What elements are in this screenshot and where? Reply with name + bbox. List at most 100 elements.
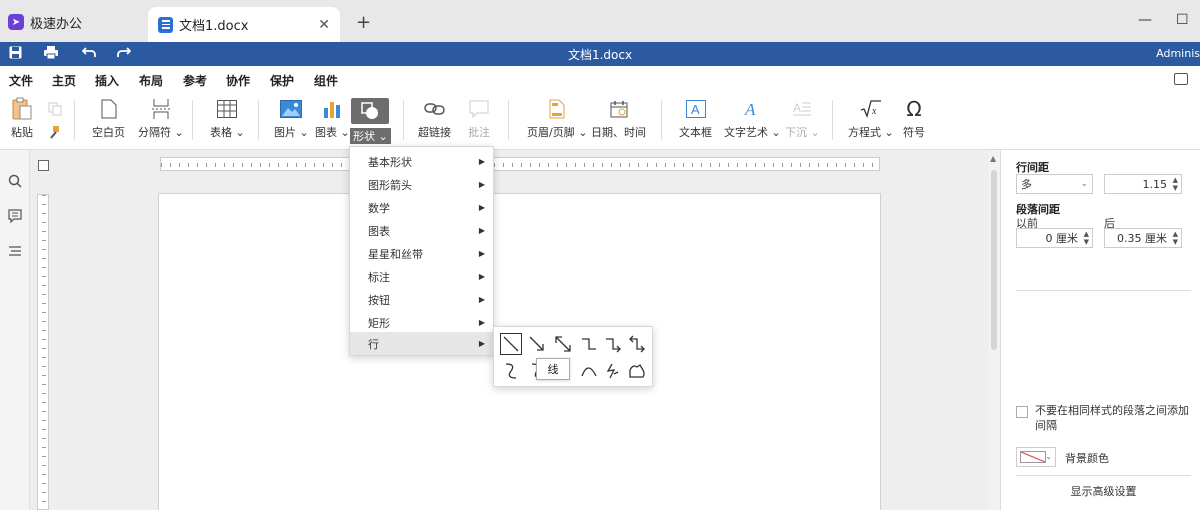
scribble-shape-icon[interactable] [602, 360, 624, 382]
search-icon[interactable] [8, 174, 22, 188]
menu-item-charts[interactable]: 图表 ▶ [350, 219, 493, 242]
comments-icon[interactable] [8, 209, 22, 224]
menu-item-stars-ribbons[interactable]: 星星和丝带 ▶ [350, 242, 493, 265]
comment-button[interactable]: 批注 [467, 98, 491, 140]
tab-stop-selector[interactable] [38, 160, 49, 171]
no-space-same-style-checkbox[interactable] [1016, 406, 1028, 418]
symbol-button[interactable]: Ω 符号 [902, 97, 926, 140]
hyperlink-button[interactable]: 超链接 [418, 98, 451, 140]
double-arrow-line-shape-icon[interactable] [552, 333, 574, 355]
format-painter-icon[interactable] [47, 126, 61, 140]
menu-file[interactable]: 文件 [9, 72, 33, 89]
horizontal-ruler[interactable] [160, 157, 880, 171]
freeform-shape-icon[interactable] [626, 360, 648, 382]
header-footer-label: 页眉/页脚 ⌄ [527, 126, 588, 139]
app-home-tab[interactable]: ➤ 极速办公 [8, 10, 82, 34]
line-shape-icon[interactable] [500, 333, 522, 355]
menu-item-rectangles[interactable]: 矩形 ▶ [350, 311, 493, 334]
chevron-right-icon: ▶ [478, 226, 485, 235]
menu-insert[interactable]: 插入 [95, 72, 120, 94]
background-color-picker[interactable]: ⌄ [1016, 447, 1056, 467]
omega-icon: Ω [906, 97, 922, 121]
comment-icon [467, 98, 491, 120]
minimize-button[interactable]: — [1138, 12, 1152, 28]
tab-strip: ➤ 极速办公 文档1.docx ✕ + — ☐ [0, 0, 1200, 42]
space-after-input[interactable]: 0.35 厘米 ▲ ▼ [1104, 228, 1182, 248]
header-footer-button[interactable]: 页眉/页脚 ⌄ [527, 98, 587, 140]
header-footer-icon [545, 98, 569, 120]
menu-collaborate[interactable]: 协作 [226, 72, 250, 89]
textart-icon: A [740, 98, 764, 120]
menu-item-label: 标注 [368, 270, 390, 284]
textbox-button[interactable]: A 文本框 [679, 98, 712, 140]
break-button[interactable]: 分隔符 ⌄ [138, 98, 184, 140]
table-button[interactable]: 表格 ⌄ [210, 98, 245, 140]
panel-divider [1016, 475, 1191, 476]
undo-icon[interactable] [81, 46, 96, 62]
shape-icon [351, 98, 390, 124]
picture-button[interactable]: 图片 ⌄ [274, 98, 309, 140]
print-icon[interactable] [44, 46, 58, 63]
menu-protect[interactable]: 保护 [270, 72, 294, 89]
spinner-icon[interactable]: ▲ ▼ [1173, 230, 1178, 246]
menu-home[interactable]: 主页 [52, 72, 76, 89]
scroll-thumb[interactable] [991, 170, 997, 350]
spinner-icon[interactable]: ▲ ▼ [1173, 176, 1178, 192]
menu-item-arrows[interactable]: 图形箭头 ▶ [350, 173, 493, 196]
app-name: 极速办公 [30, 16, 83, 32]
ribbon-separator [74, 100, 75, 140]
advanced-settings-link[interactable]: 显示高级设置 [1016, 483, 1191, 499]
open-location-icon[interactable] [1174, 73, 1188, 85]
insert-ribbon: 粘贴 空白页 分隔符 ⌄ 表格 ⌄ 图片 ⌄ 图表 ⌄ 形状 ⌄ 超链接 批注 [0, 92, 1200, 150]
paste-button[interactable]: 粘贴 [10, 97, 34, 140]
dropcap-button[interactable]: A 下沉 ⌄ [785, 98, 820, 140]
copy-icon[interactable] [48, 102, 62, 116]
menu-item-math[interactable]: 数学 ▶ [350, 196, 493, 219]
curved-connector-shape-icon[interactable] [500, 360, 522, 382]
elbow-double-arrow-connector-shape-icon[interactable] [626, 333, 648, 355]
menu-layout[interactable]: 布局 [139, 72, 163, 89]
menu-item-label: 图形箭头 [368, 178, 412, 192]
new-tab-button[interactable]: + [356, 12, 371, 33]
blank-page-button[interactable]: 空白页 [92, 98, 125, 140]
menu-references[interactable]: 参考 [183, 72, 207, 89]
arrow-line-shape-icon[interactable] [526, 333, 548, 355]
datetime-button[interactable]: 日期、时间 [591, 98, 646, 140]
space-before-input[interactable]: 0 厘米 ▲ ▼ [1016, 228, 1093, 248]
left-sidebar [0, 150, 30, 510]
vertical-scrollbar[interactable]: ▲ [988, 150, 1000, 510]
line-spacing-mode-value: 多 [1021, 178, 1032, 191]
navigation-icon[interactable] [8, 244, 22, 258]
textart-button[interactable]: A 文字艺术 ⌄ [724, 98, 781, 140]
shape-button[interactable]: 形状 ⌄ [350, 98, 391, 144]
textbox-label: 文本框 [679, 126, 712, 139]
close-tab-icon[interactable]: ✕ [318, 17, 330, 33]
user-name[interactable]: Adminis [1156, 47, 1200, 60]
spinner-icon[interactable]: ▲ ▼ [1084, 230, 1089, 246]
menu-item-label: 行 [368, 337, 379, 351]
redo-icon[interactable] [117, 46, 132, 62]
picture-icon [279, 98, 303, 120]
equation-button[interactable]: x 方程式 ⌄ [848, 98, 894, 140]
scroll-up-icon[interactable]: ▲ [990, 154, 996, 163]
vertical-ruler[interactable] [37, 194, 49, 510]
menu-item-label: 星星和丝带 [368, 247, 423, 261]
line-spacing-value-input[interactable]: 1.15 ▲ ▼ [1104, 174, 1182, 194]
chart-button[interactable]: 图表 ⌄ [315, 98, 350, 140]
elbow-arrow-connector-shape-icon[interactable] [602, 333, 624, 355]
no-space-same-style-label: 不要在相同样式的段落之间添加间隔 [1035, 404, 1189, 432]
elbow-connector-shape-icon[interactable] [578, 333, 600, 355]
menu-item-basic-shapes[interactable]: 基本形状 ▶ [350, 150, 493, 173]
line-spacing-mode-select[interactable]: 多 ⌄ [1016, 174, 1093, 194]
document-tab[interactable]: 文档1.docx ✕ [148, 7, 340, 42]
space-before-value: 0 厘米 [1045, 232, 1079, 245]
menu-item-buttons[interactable]: 按钮 ▶ [350, 288, 493, 311]
menu-item-callouts[interactable]: 标注 ▶ [350, 265, 493, 288]
menu-item-lines[interactable]: 行 ▶ [350, 332, 493, 355]
menu-item-label: 矩形 [368, 316, 390, 330]
save-icon[interactable] [9, 46, 22, 63]
curve-shape-icon[interactable] [578, 360, 600, 382]
maximize-button[interactable]: ☐ [1176, 12, 1189, 28]
textart-label: 文字艺术 ⌄ [724, 126, 781, 139]
menu-plugins[interactable]: 组件 [314, 72, 338, 89]
